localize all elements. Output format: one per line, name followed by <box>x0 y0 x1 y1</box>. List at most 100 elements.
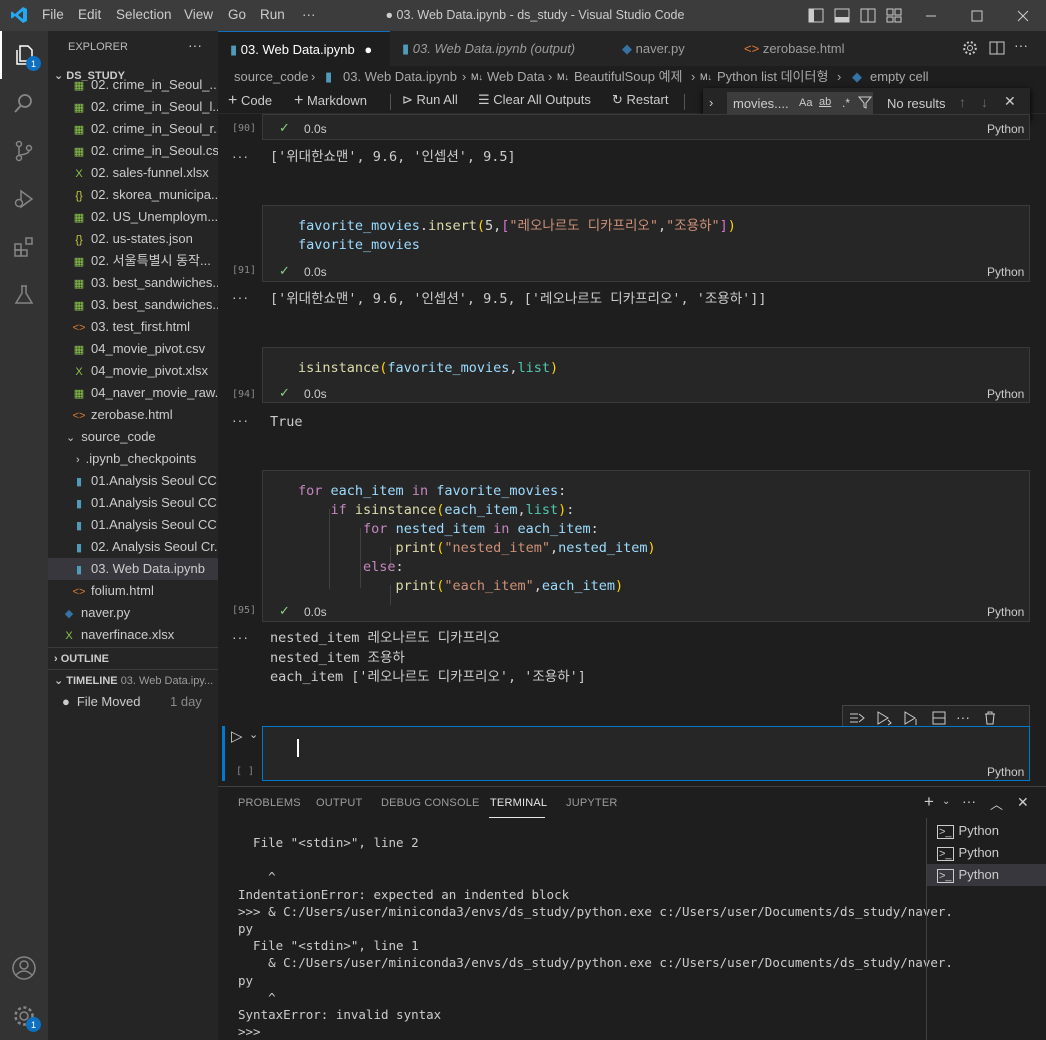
unsaved-dot-icon[interactable]: ● <box>364 42 372 57</box>
file-item[interactable]: ▦ 02. crime_in_Seoul.csv <box>48 140 218 162</box>
whole-word-icon[interactable]: ab <box>819 96 831 108</box>
tab-debug-console[interactable]: DEBUG CONSOLE <box>381 797 480 809</box>
file-item[interactable]: ▦ 03. best_sandwiches... <box>48 272 218 294</box>
file-item[interactable]: ▦ 03. best_sandwiches... <box>48 294 218 316</box>
toggle-secondary-sidebar-icon[interactable] <box>860 8 876 26</box>
extensions-icon[interactable] <box>0 223 48 271</box>
file-item[interactable]: ▦ 04_movie_pivot.csv <box>48 338 218 360</box>
terminal-output[interactable]: File "<stdin>", line 2 ^ IndentationError… <box>238 834 953 1040</box>
cell-language[interactable]: Python <box>987 265 1024 279</box>
explorer-more-button[interactable]: ··· <box>188 37 202 53</box>
arrow-up-icon[interactable]: ↑ <box>959 94 966 110</box>
breadcrumb-section[interactable]: Web Data <box>487 66 545 88</box>
testing-icon[interactable] <box>0 271 48 319</box>
file-item[interactable]: ▦ 04_naver_movie_raw... <box>48 382 218 404</box>
code-cell[interactable]: for each_item in favorite_movies: if isi… <box>262 470 1030 622</box>
file-item[interactable]: ▮ 01.Analysis Seoul CC... <box>48 492 218 514</box>
timeline-section[interactable]: ⌄ TIMELINE 03. Web Data.ipy... <box>48 669 218 691</box>
output-menu-button[interactable]: ··· <box>232 148 249 164</box>
file-item[interactable]: X 04_movie_pivot.xlsx <box>48 360 218 382</box>
accounts-icon[interactable] <box>0 944 48 992</box>
split-editor-icon[interactable] <box>989 40 1005 59</box>
tab-naver-py[interactable]: ◆ naver.py <box>610 31 730 66</box>
regex-icon[interactable]: .* <box>842 96 850 110</box>
close-window-button[interactable] <box>1000 0 1046 31</box>
cell-code[interactable]: for each_item in favorite_movies: if isi… <box>298 482 656 596</box>
file-item[interactable]: {} 02. skorea_municipa... <box>48 184 218 206</box>
code-cell[interactable]: favorite_movies.insert(5,["레오나르도 디카프리오",… <box>262 205 1030 282</box>
cell-code[interactable]: isinstance(favorite_movies,list) <box>298 359 558 378</box>
cell-language[interactable]: Python <box>987 605 1024 619</box>
customize-layout-icon[interactable] <box>886 8 902 26</box>
file-item[interactable]: X 02. sales-funnel.xlsx <box>48 162 218 184</box>
explorer-icon[interactable]: 1 <box>0 31 48 79</box>
code-cell[interactable]: ✓ 0.0s Python <box>262 114 1030 140</box>
breadcrumb-section[interactable]: Python list 데이터형 <box>717 66 828 88</box>
breadcrumb-section[interactable]: BeautifulSoup 예제 <box>574 66 682 88</box>
timeline-item[interactable]: ● File Moved 1 day <box>48 691 218 713</box>
add-code-cell-button[interactable]: + Code <box>228 92 272 110</box>
cell-code[interactable]: favorite_movies.insert(5,["레오나르도 디카프리오",… <box>298 217 736 255</box>
menu-go[interactable]: Go <box>228 7 246 22</box>
chevron-down-icon[interactable]: ⌄ <box>942 796 950 807</box>
maximize-panel-chevron-up-icon[interactable]: ︿ <box>990 794 1003 813</box>
menu-view[interactable]: View <box>184 7 213 22</box>
search-icon[interactable] <box>0 79 48 127</box>
file-item[interactable]: ▮ 01.Analysis Seoul CC... <box>48 470 218 492</box>
file-item[interactable]: ▦ 02. 서울특별시 동작... <box>48 250 218 272</box>
restart-button[interactable]: ↻ Restart <box>612 92 668 108</box>
source-control-icon[interactable] <box>0 127 48 175</box>
run-debug-icon[interactable] <box>0 175 48 223</box>
file-item[interactable]: <> zerobase.html <box>48 404 218 426</box>
settings-gear-icon[interactable]: 1 <box>0 992 48 1040</box>
minimize-button[interactable] <box>908 0 954 31</box>
breadcrumb-folder[interactable]: source_code <box>234 66 308 88</box>
file-item[interactable]: ▦ 02. crime_in_Seoul_r... <box>48 118 218 140</box>
toggle-panel-icon[interactable] <box>834 8 850 26</box>
file-item[interactable]: ▮ 03. Web Data.ipynb <box>48 558 218 580</box>
close-icon[interactable]: ✕ <box>1004 93 1016 110</box>
file-item[interactable]: ▦ 02. crime_in_Seoul_... <box>48 74 218 96</box>
breadcrumb-cell[interactable]: empty cell <box>870 66 929 88</box>
cell-language[interactable]: Python <box>987 765 1024 779</box>
outline-section[interactable]: › OUTLINE <box>48 647 218 669</box>
chevron-right-icon[interactable]: › <box>709 95 713 110</box>
editor-more-button[interactable]: ··· <box>1014 37 1028 53</box>
code-cell-empty[interactable]: Python <box>262 726 1030 781</box>
folder-source-code[interactable]: ⌄ source_code <box>48 426 218 448</box>
file-item[interactable]: <> folium.html <box>48 580 218 602</box>
output-menu-button[interactable]: ··· <box>232 412 249 428</box>
cell-more-button[interactable]: ··· <box>956 709 970 725</box>
menu-selection[interactable]: Selection <box>116 7 172 22</box>
file-item[interactable]: ▦ 02. crime_in_Seoul_l... <box>48 96 218 118</box>
filter-icon[interactable] <box>857 95 873 112</box>
terminal-item[interactable]: >_ Python <box>927 820 1046 842</box>
add-markdown-cell-button[interactable]: + Markdown <box>294 92 367 110</box>
notebook-settings-gear-icon[interactable] <box>962 40 978 59</box>
tab-output[interactable]: OUTPUT <box>316 797 362 809</box>
menu-more[interactable]: ··· <box>302 7 316 22</box>
file-item[interactable]: <> 03. test_first.html <box>48 316 218 338</box>
run-all-button[interactable]: ⊳ Run All <box>402 92 458 108</box>
panel-more-button[interactable]: ··· <box>962 793 976 809</box>
terminal-item[interactable]: >_ Python <box>927 842 1046 864</box>
tab-zerobase-html[interactable]: <> zerobase.html <box>732 31 868 66</box>
arrow-down-icon[interactable]: ↓ <box>981 94 988 110</box>
tab-terminal[interactable]: TERMINAL <box>490 797 547 809</box>
cell-language[interactable]: Python <box>987 387 1024 401</box>
tab-jupyter[interactable]: JUPYTER <box>566 797 618 809</box>
code-cell[interactable]: isinstance(favorite_movies,list) ✓ 0.0s … <box>262 347 1030 403</box>
tab-web-data-ipynb[interactable]: ▮ 03. Web Data.ipynb ● <box>218 31 390 66</box>
output-menu-button[interactable]: ··· <box>232 289 249 305</box>
file-item[interactable]: {} 02. us-states.json <box>48 228 218 250</box>
close-panel-icon[interactable]: ✕ <box>1017 794 1029 811</box>
breadcrumb-file[interactable]: 03. Web Data.ipynb <box>343 66 457 88</box>
chevron-down-icon[interactable]: ⌄ <box>249 728 258 741</box>
file-item[interactable]: Xnaverfinace.xlsx <box>48 624 218 646</box>
run-cell-icon[interactable]: ▷ <box>231 727 243 745</box>
menu-run[interactable]: Run <box>260 7 285 22</box>
file-item[interactable]: ▮ 01.Analysis Seoul CC... <box>48 514 218 536</box>
folder-ipynb-checkpoints[interactable]: › .ipynb_checkpoints <box>48 448 218 470</box>
new-terminal-plus-icon[interactable]: + <box>924 792 934 812</box>
tab-web-data-output[interactable]: ▮ 03. Web Data.ipynb (output) <box>390 31 608 66</box>
